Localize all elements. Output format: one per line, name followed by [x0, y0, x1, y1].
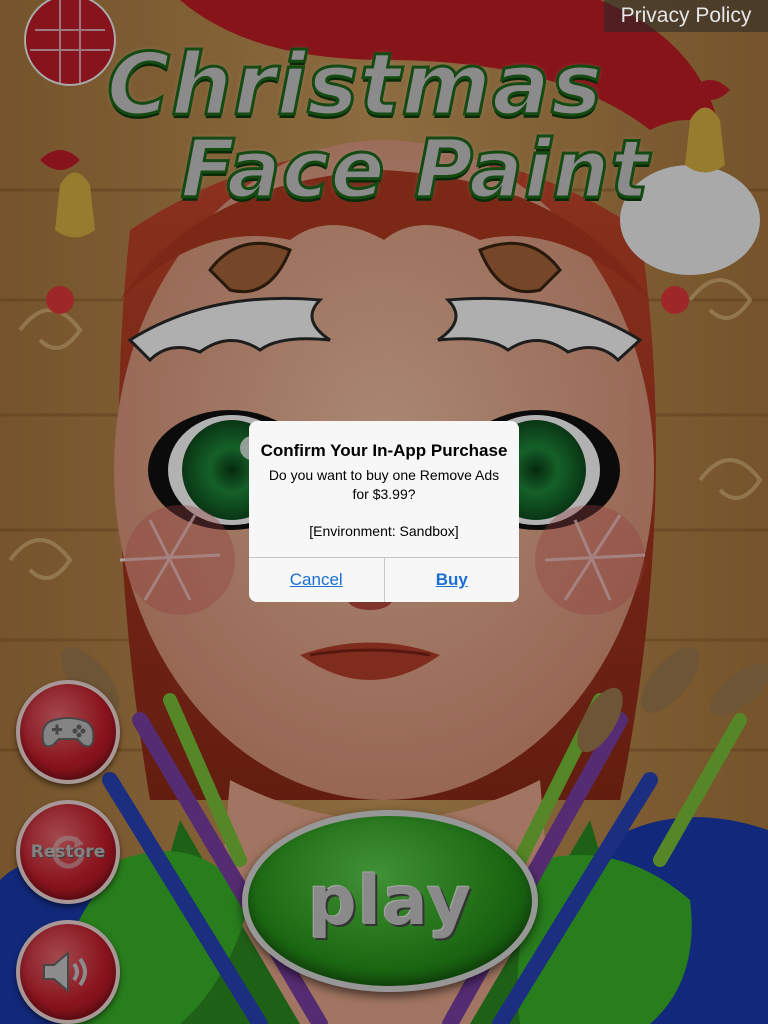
- purchase-confirm-dialog: Confirm Your In-App Purchase Do you want…: [249, 421, 519, 602]
- dialog-environment: [Environment: Sandbox]: [309, 523, 459, 539]
- buy-button[interactable]: Buy: [383, 558, 520, 602]
- dialog-title: Confirm Your In-App Purchase: [260, 441, 508, 460]
- cancel-button[interactable]: Cancel: [249, 558, 384, 602]
- dialog-buttons: Cancel Buy: [249, 557, 519, 602]
- dialog-message: Do you want to buy one Remove Ads for $3…: [268, 467, 500, 502]
- privacy-policy-link[interactable]: Privacy Policy: [604, 0, 768, 32]
